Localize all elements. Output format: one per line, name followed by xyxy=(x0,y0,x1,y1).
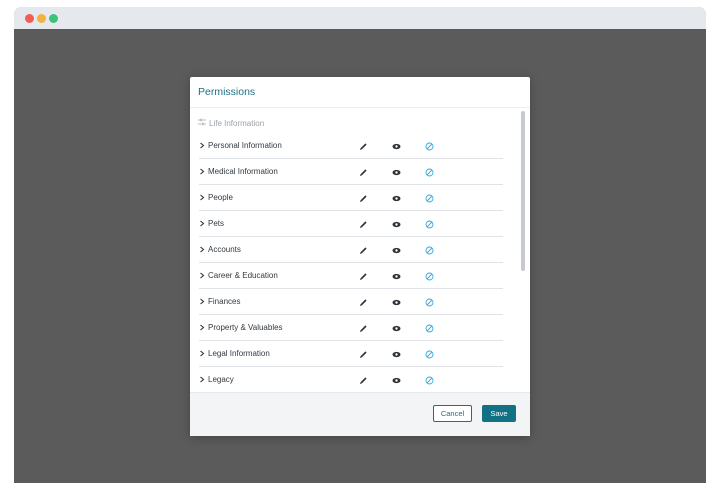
scrollbar[interactable] xyxy=(521,111,525,271)
pencil-icon[interactable] xyxy=(357,322,369,334)
pencil-icon[interactable] xyxy=(357,270,369,282)
permission-row[interactable]: People xyxy=(199,185,503,211)
pencil-icon[interactable] xyxy=(357,348,369,360)
permission-row-label: People xyxy=(208,193,233,202)
eye-icon[interactable] xyxy=(390,218,402,230)
chevron-right-icon[interactable] xyxy=(199,297,208,307)
eye-icon[interactable] xyxy=(390,374,402,386)
block-icon[interactable] xyxy=(423,322,435,334)
block-icon[interactable] xyxy=(423,374,435,386)
eye-icon[interactable] xyxy=(390,270,402,282)
pencil-icon[interactable] xyxy=(357,192,369,204)
chevron-right-icon[interactable] xyxy=(199,349,208,359)
eye-icon[interactable] xyxy=(390,140,402,152)
chevron-right-icon[interactable] xyxy=(199,323,208,333)
permission-row-label: Property & Valuables xyxy=(208,323,283,332)
section-label: Life Information xyxy=(209,118,265,128)
modal-body[interactable]: Life Information Personal Information Me… xyxy=(190,108,530,393)
eye-icon[interactable] xyxy=(390,244,402,256)
permission-row-label: Accounts xyxy=(208,245,241,254)
permission-row[interactable]: Pets xyxy=(199,211,503,237)
block-icon[interactable] xyxy=(423,270,435,282)
chevron-right-icon[interactable] xyxy=(199,245,208,255)
permission-list: Personal Information Medical Information… xyxy=(190,133,530,393)
modal-header: Permissions xyxy=(190,77,530,108)
cancel-button[interactable]: Cancel xyxy=(433,405,472,422)
section-header: Life Information xyxy=(190,113,530,133)
permission-row[interactable]: Personal Information xyxy=(199,133,503,159)
pencil-icon[interactable] xyxy=(357,296,369,308)
block-icon[interactable] xyxy=(423,218,435,230)
save-button[interactable]: Save xyxy=(482,405,516,422)
pencil-icon[interactable] xyxy=(357,140,369,152)
permission-row[interactable]: Property & Valuables xyxy=(199,315,503,341)
pencil-icon[interactable] xyxy=(357,166,369,178)
permission-row-label: Legacy xyxy=(208,375,234,384)
permissions-modal: Permissions Life Information Personal In… xyxy=(190,77,530,436)
eye-icon[interactable] xyxy=(390,192,402,204)
block-icon[interactable] xyxy=(423,296,435,308)
chevron-right-icon[interactable] xyxy=(199,193,208,203)
pencil-icon[interactable] xyxy=(357,218,369,230)
browser-window: Permissions Life Information Personal In… xyxy=(14,7,706,483)
permission-row-label: Finances xyxy=(208,297,241,306)
permission-row[interactable]: Legacy xyxy=(199,367,503,393)
permission-row-label: Pets xyxy=(208,219,225,228)
permission-row-label: Career & Education xyxy=(208,271,278,280)
pencil-icon[interactable] xyxy=(357,374,369,386)
close-dot[interactable] xyxy=(25,14,34,23)
title-bar xyxy=(14,7,706,29)
permission-row[interactable]: Career & Education xyxy=(199,263,503,289)
chevron-right-icon[interactable] xyxy=(199,219,208,229)
block-icon[interactable] xyxy=(423,348,435,360)
block-icon[interactable] xyxy=(423,244,435,256)
permission-row[interactable]: Medical Information xyxy=(199,159,503,185)
modal-title: Permissions xyxy=(198,86,256,98)
eye-icon[interactable] xyxy=(390,296,402,308)
permission-row[interactable]: Finances xyxy=(199,289,503,315)
pencil-icon[interactable] xyxy=(357,244,369,256)
eye-icon[interactable] xyxy=(390,348,402,360)
permission-row-label: Medical Information xyxy=(208,167,278,176)
minimize-dot[interactable] xyxy=(37,14,46,23)
block-icon[interactable] xyxy=(423,140,435,152)
permission-row[interactable]: Legal Information xyxy=(199,341,503,367)
block-icon[interactable] xyxy=(423,192,435,204)
permission-row[interactable]: Accounts xyxy=(199,237,503,263)
block-icon[interactable] xyxy=(423,166,435,178)
chevron-right-icon[interactable] xyxy=(199,167,208,177)
sliders-icon xyxy=(198,118,206,128)
maximize-dot[interactable] xyxy=(49,14,58,23)
permission-row-label: Legal Information xyxy=(208,349,270,358)
chevron-right-icon[interactable] xyxy=(199,271,208,281)
eye-icon[interactable] xyxy=(390,166,402,178)
permission-row-label: Personal Information xyxy=(208,141,282,150)
chevron-right-icon[interactable] xyxy=(199,141,208,151)
eye-icon[interactable] xyxy=(390,322,402,334)
modal-footer: Cancel Save xyxy=(190,392,530,436)
chevron-right-icon[interactable] xyxy=(199,375,208,385)
